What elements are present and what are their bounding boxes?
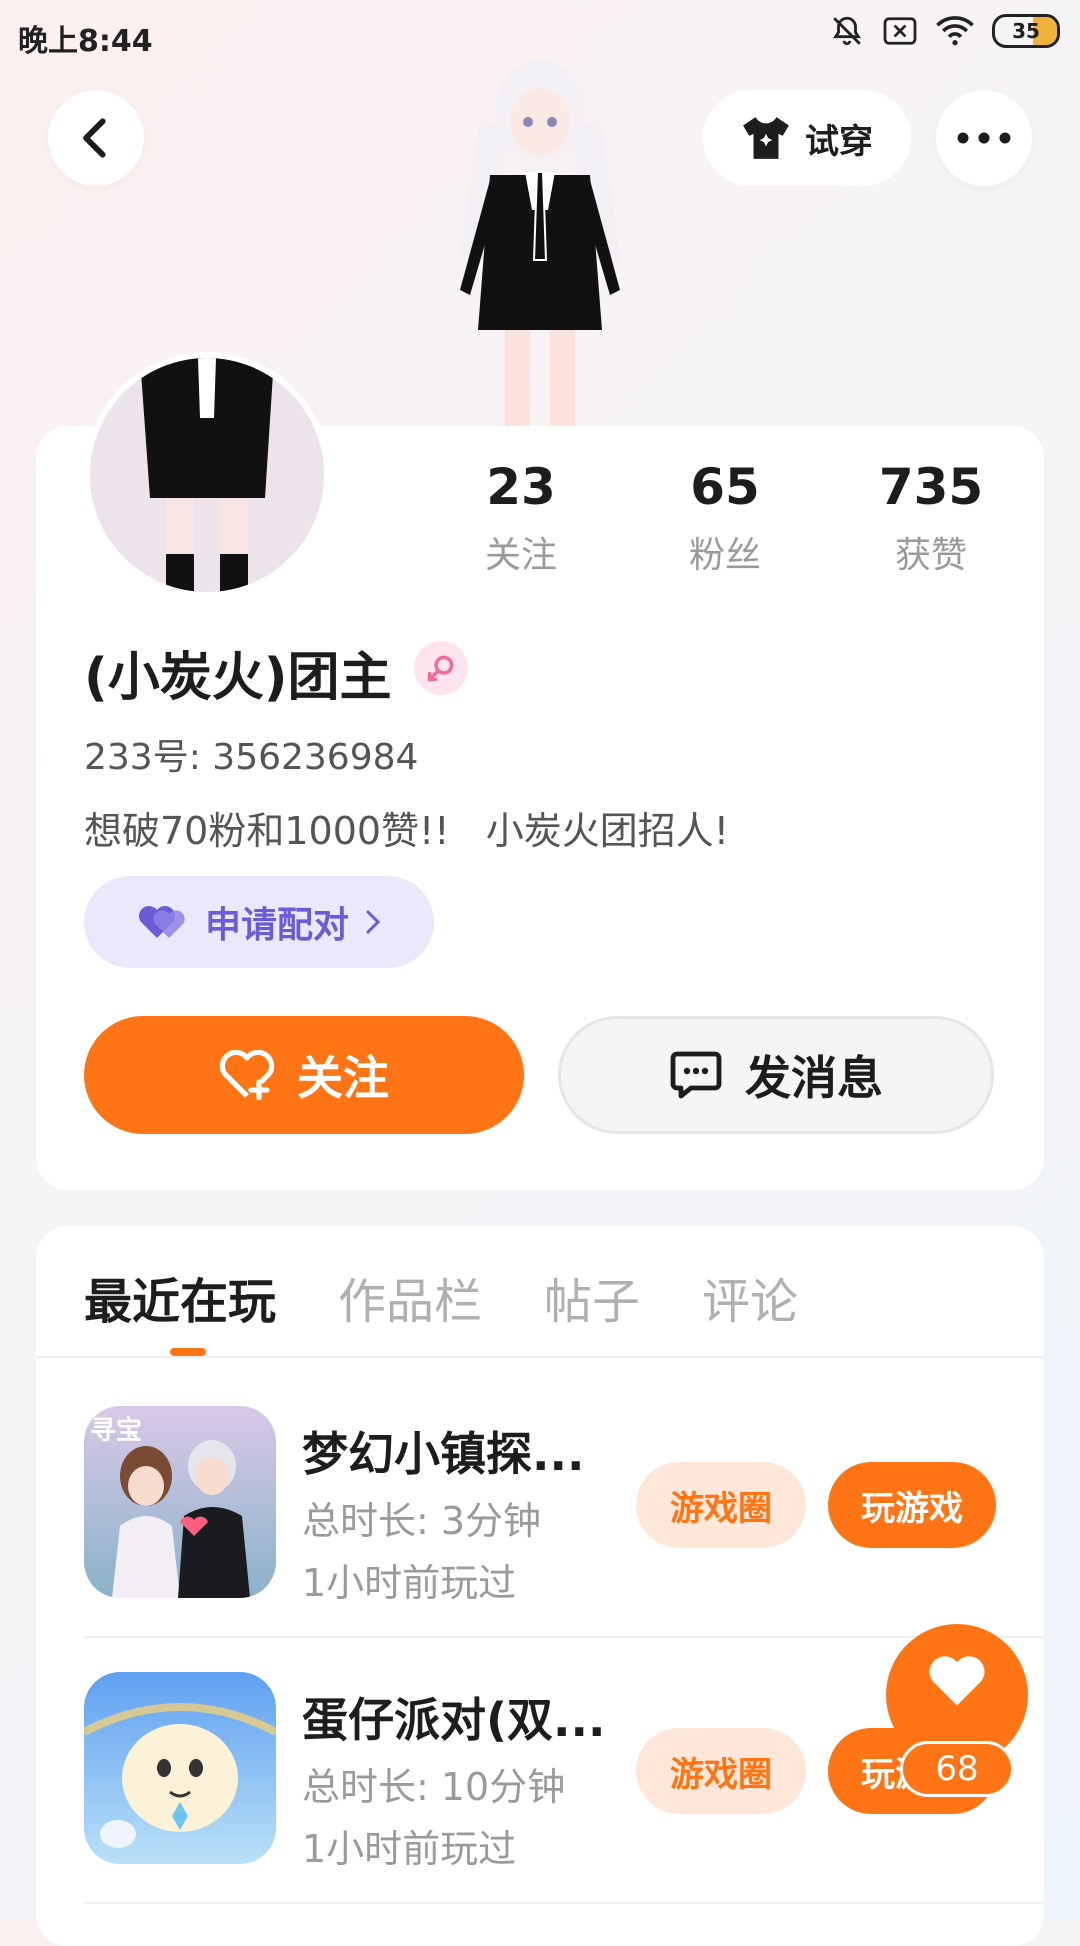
status-icons: 35 — [830, 14, 1060, 48]
stat-label: 关注 — [484, 535, 557, 576]
profile-bio: 想破70粉和1000赞!! 小炭火团招人! — [84, 809, 729, 853]
stat-likes[interactable]: 735 获赞 — [856, 458, 1006, 578]
status-time: 晚上8:44 — [18, 24, 153, 59]
more-button[interactable] — [936, 90, 1032, 186]
chevron-left-icon — [83, 118, 106, 158]
stat-label: 获赞 — [894, 535, 967, 576]
game-title: 蛋仔派对(双... — [302, 1693, 606, 1747]
back-button[interactable] — [48, 90, 144, 186]
more-dots-icon — [957, 132, 1011, 144]
tab-recent-play[interactable]: 最近在玩 — [84, 1262, 276, 1332]
divider — [84, 1636, 1044, 1638]
stat-value: 65 — [690, 458, 760, 516]
game-circle-button[interactable]: 游戏圈 — [636, 1728, 806, 1814]
send-message-button[interactable]: 发消息 — [558, 1016, 994, 1134]
user-id: 233号: 356236984 — [84, 737, 419, 778]
follow-button[interactable]: 关注 — [84, 1016, 524, 1134]
female-gender-icon — [414, 641, 468, 695]
stat-following[interactable]: 23 关注 — [446, 458, 596, 578]
game-circle-button[interactable]: 游戏圈 — [636, 1462, 806, 1548]
active-tab-indicator — [170, 1348, 206, 1356]
no-sim-icon — [882, 16, 918, 46]
stat-label: 粉丝 — [688, 535, 761, 576]
profile-name: (小炭火)团主 — [84, 648, 392, 708]
message-label: 发消息 — [745, 1051, 883, 1105]
game-item[interactable]: 寻宝 梦幻小镇探... 总时长: 3分钟 1小时前玩过 游戏圈 玩游戏 — [84, 1406, 1044, 1606]
avatar-3d-figure — [460, 60, 620, 430]
follow-label: 关注 — [297, 1051, 389, 1105]
chat-bubble-icon — [670, 1051, 722, 1099]
game-duration: 总时长: 3分钟 — [302, 1499, 542, 1543]
tab-posts[interactable]: 帖子 — [544, 1262, 640, 1332]
game-last-played: 1小时前玩过 — [302, 1827, 517, 1871]
wifi-icon — [936, 16, 974, 46]
game-icon: 寻宝 — [84, 1406, 276, 1598]
tab-works[interactable]: 作品栏 — [338, 1262, 482, 1332]
game-last-played: 1小时前玩过 — [302, 1561, 517, 1605]
try-on-button[interactable]: 试穿 — [703, 90, 911, 186]
chevron-right-icon — [366, 910, 381, 934]
game-icon — [84, 1672, 276, 1864]
game-duration: 总时长: 10分钟 — [302, 1765, 566, 1809]
mute-bell-icon — [830, 14, 864, 48]
play-game-button[interactable]: 玩游戏 — [828, 1462, 996, 1548]
game-icon-badge: 寻宝 — [90, 1416, 143, 1446]
double-heart-icon — [138, 906, 185, 938]
heart-plus-icon — [219, 1050, 275, 1100]
avatar[interactable] — [84, 352, 330, 598]
stat-value: 23 — [486, 458, 556, 516]
heart-icon — [929, 1656, 985, 1706]
stat-fans[interactable]: 65 粉丝 — [650, 458, 800, 578]
divider — [84, 1902, 1044, 1904]
tab-comments[interactable]: 评论 — [702, 1262, 798, 1332]
avatar-image — [90, 358, 324, 592]
request-pair-button[interactable]: 申请配对 — [84, 876, 434, 968]
battery-icon: 35 — [992, 14, 1060, 48]
like-count: 68 — [900, 1741, 1014, 1797]
stat-value: 735 — [878, 458, 984, 516]
content-tabs: 最近在玩 作品栏 帖子 评论 — [84, 1262, 860, 1332]
tshirt-icon — [743, 117, 789, 159]
try-on-label: 试穿 — [805, 121, 873, 162]
divider — [36, 1356, 1044, 1358]
pair-label: 申请配对 — [204, 905, 349, 946]
game-title: 梦幻小镇探... — [302, 1427, 585, 1481]
